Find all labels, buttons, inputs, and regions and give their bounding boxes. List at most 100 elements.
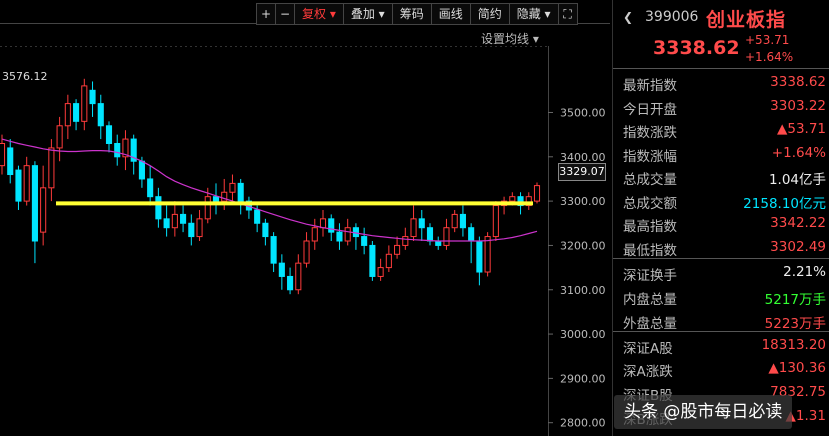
candle-body [443,227,450,246]
candle-body [221,191,228,202]
candle-body [180,213,187,224]
candle-body [163,218,170,229]
candle-body [418,218,425,229]
quote-row: 指数涨跌 ▲53.71 [613,119,829,141]
quote-row-value: 3302.49 [770,239,826,255]
quote-row: 今日开盘 3303.22 [613,96,829,118]
candle-body [15,169,22,202]
panel-divider [613,331,829,332]
candle-body [262,222,269,238]
candle-body [509,196,516,202]
back-arrow-icon[interactable]: ❮ [623,10,633,24]
quote-row: 深证A股 18313.20 [613,335,829,357]
candle-body [336,231,343,242]
candle-body [426,227,434,242]
y-tick-label: 3200.00 [560,239,606,252]
candle-body [56,125,63,149]
candle-body [204,196,211,220]
panel-divider [613,258,829,259]
candle-body [40,187,47,233]
quote-row: 总成交额 2158.10亿元 [613,190,829,212]
quote-row-label: 最低指数 [623,243,677,259]
candle-body [81,85,88,122]
y-tick-label: 3400.00 [560,151,606,164]
peak-price-label: 3576.12 [2,70,48,83]
index-price: 3338.62 [653,37,740,59]
candle-body [468,227,475,242]
brief-button[interactable]: 简约 [471,4,510,24]
candle-body [171,213,178,229]
y-tick-label: 2800.00 [560,417,606,430]
current-price-label: 3329.07 [558,163,606,181]
chart-toolbar: + − 复权 ▾ 叠加 ▾ 筹码 画线 简约 隐藏 ▾ ⛶ [256,3,578,25]
candle-body [114,143,121,158]
candle-body [402,236,409,246]
kline-chart-area[interactable]: 3500.00 3400.00 3300.00 3200.00 3100.00 3000.… [0,0,610,436]
candle-body [377,267,384,277]
candle-body [394,244,401,255]
zoom-in-button[interactable]: + [257,4,276,24]
candle-body [0,143,6,167]
candle-body [410,218,417,238]
candle-body [155,196,162,220]
quote-row: 最高指数 3342.22 [613,213,829,235]
fullscreen-icon[interactable]: ⛶ [559,4,577,24]
restore-rights-dropdown[interactable]: 复权 ▾ [295,4,344,24]
candle-body [23,165,30,202]
y-tick-label: 3000.00 [560,328,606,341]
quote-row: 内盘总量 5217万手 [613,286,829,308]
quote-row-label: 深证A股 [623,341,673,357]
quote-row-value: 5223万手 [764,316,826,332]
quote-row-value: 18313.20 [761,337,826,353]
quote-row: 深A涨跌 ▲130.36 [613,358,829,380]
candle-body [270,236,277,264]
candle-body [385,253,392,269]
candle-body [105,125,113,144]
y-tick-label: 3100.00 [560,284,606,297]
y-tick-label: 3500.00 [560,106,606,119]
candle-body [319,218,327,229]
y-tick-label: 2900.00 [560,372,606,385]
candle-body [311,227,318,242]
quote-row: 深证换手 2.21% [613,262,829,284]
drawing-button[interactable]: 画线 [432,4,471,24]
quote-row-value: 2158.10亿元 [743,196,826,212]
candle-body [48,147,55,189]
candle-body [328,218,335,233]
quote-row-label: 最新指数 [623,78,677,94]
quote-row-value: 3342.22 [770,215,826,231]
quote-row-value: ▲130.36 [768,360,826,376]
quote-row-label: 最高指数 [623,219,677,235]
candle-body [229,182,236,193]
quote-row-value: 3303.22 [770,98,826,114]
zoom-out-button[interactable]: − [276,4,295,24]
quote-row-label: 内盘总量 [623,292,677,308]
candle-body [64,103,71,127]
candle-body [295,262,302,291]
candle-body [344,227,351,242]
quote-row-label: 深证换手 [623,268,677,284]
candle-body [451,213,458,229]
candle-body [476,240,483,273]
kline-chart[interactable]: 3500.00 3400.00 3300.00 3200.00 3100.00 3000.… [0,0,610,436]
candle-body [196,218,203,238]
candle-body [188,222,195,238]
quote-row-value: 5217万手 [764,292,826,308]
index-code: 399006 [645,9,699,25]
quote-row-label: 深A涨跌 [623,364,673,380]
candle-body [237,182,244,202]
ma-settings-dropdown[interactable]: 设置均线 ▾ [481,30,539,47]
quote-row-value: ▲53.71 [776,121,826,137]
quote-row-label: 外盘总量 [623,316,677,332]
chips-button[interactable]: 筹码 [393,4,432,24]
candle-body [138,160,145,180]
quote-row-label: 总成交额 [623,196,677,212]
y-tick-label: 3300.00 [560,195,606,208]
overlay-dropdown[interactable]: 叠加 ▾ [344,4,393,24]
quote-row-label: 指数涨跌 [623,125,677,141]
quote-row-label: 今日开盘 [623,102,677,118]
quote-row-value: 3338.62 [770,74,826,90]
index-change: +53.71 [745,33,790,47]
hide-dropdown[interactable]: 隐藏 ▾ [510,4,559,24]
candle-body [212,196,220,202]
